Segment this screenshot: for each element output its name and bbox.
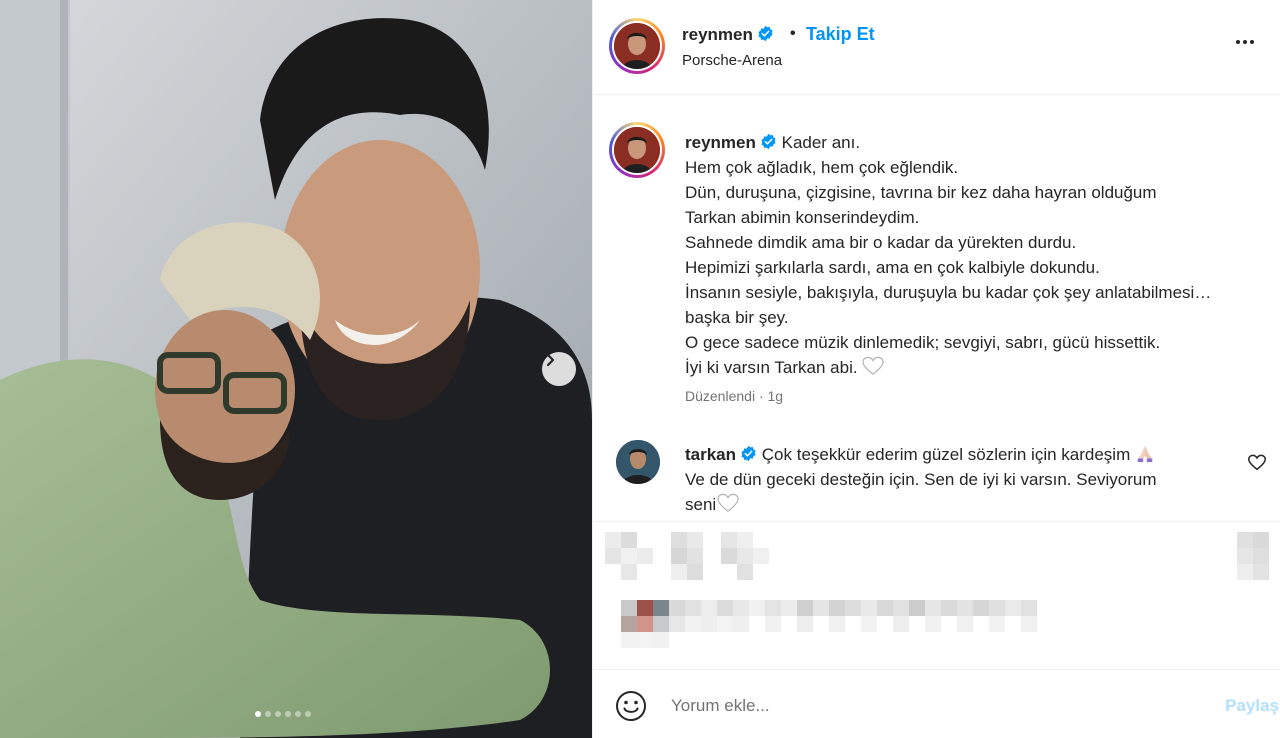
heart-icon[interactable] bbox=[1248, 454, 1266, 471]
pagination-dot bbox=[285, 711, 291, 717]
caption-line: Hem çok ağladık, hem çok eğlendik. bbox=[685, 158, 959, 177]
pagination-dot bbox=[265, 711, 271, 717]
next-photo-button[interactable] bbox=[542, 352, 576, 386]
pagination-dot bbox=[255, 711, 261, 717]
comment-avatar[interactable] bbox=[616, 440, 660, 484]
post-photo[interactable] bbox=[0, 0, 592, 738]
caption-avatar[interactable] bbox=[609, 122, 665, 178]
like-icon[interactable] bbox=[605, 532, 653, 580]
caption-meta: Düzenlendi · 1g bbox=[685, 388, 784, 404]
caption-line: Tarkan abimin konserindeydim. bbox=[685, 208, 920, 227]
save-icon[interactable] bbox=[1237, 532, 1269, 580]
white-heart-emoji-icon bbox=[717, 493, 739, 512]
caption-line: Sahnede dimdik ama bir o kadar da yürekt… bbox=[685, 233, 1077, 252]
post-header: reynmen • Takip Et Porsche-Arena bbox=[593, 0, 1280, 95]
comment-text: tarkan Çok teşekkür ederim güzel sözleri… bbox=[685, 442, 1225, 517]
follow-button[interactable]: Takip Et bbox=[806, 24, 875, 45]
add-comment-bar: Paylaş bbox=[593, 669, 1280, 738]
caption-line: İyi ki varsın Tarkan abi. bbox=[685, 358, 858, 377]
comments-scroll-area[interactable]: reynmen Kader anı. Hem çok ağladık, hem … bbox=[593, 96, 1280, 521]
photo-pagination bbox=[255, 711, 311, 717]
post-comment-button[interactable]: Paylaş bbox=[1225, 696, 1279, 716]
emoji-icon[interactable] bbox=[615, 690, 647, 722]
photo-image bbox=[0, 0, 592, 738]
comment-line: Çok teşekkür ederim güzel sözlerin için … bbox=[761, 445, 1131, 464]
verified-icon bbox=[741, 445, 756, 462]
caption-line: O gece sadece müzik dinlemedik; sevgiyi,… bbox=[685, 333, 1161, 352]
comment-line: Ve de dün geceki desteğin için. Sen de i… bbox=[685, 470, 1157, 489]
comment-icon[interactable] bbox=[671, 532, 703, 580]
caption-line: Dün, duruşuna, çizgisine, tavrına bir ke… bbox=[685, 183, 1157, 202]
avatar[interactable] bbox=[609, 18, 665, 74]
comment-line: seni bbox=[685, 495, 717, 514]
comment-input[interactable] bbox=[671, 692, 1151, 720]
caption-username[interactable]: reynmen bbox=[685, 133, 756, 152]
caption-line: Hepimizi şarkılarla sardı, ama en çok ka… bbox=[685, 258, 1100, 277]
praying-hands-emoji-icon bbox=[1137, 445, 1153, 463]
post-author-username[interactable]: reynmen bbox=[682, 25, 774, 45]
separator: • bbox=[790, 25, 796, 42]
caption-line: İnsanın sesiyle, bakışıyla, duruşuyla bu… bbox=[685, 283, 1212, 302]
pixelated-actions-area bbox=[605, 532, 1269, 648]
caption-line: Kader anı. bbox=[781, 133, 861, 152]
white-heart-emoji-icon bbox=[862, 356, 884, 375]
share-icon[interactable] bbox=[721, 532, 769, 580]
username-text[interactable]: reynmen bbox=[682, 25, 753, 44]
caption-line: başka bir şey. bbox=[685, 308, 789, 327]
post-actions bbox=[593, 521, 1280, 669]
caption: reynmen Kader anı. Hem çok ağladık, hem … bbox=[685, 130, 1270, 380]
likes-summary[interactable] bbox=[621, 600, 1037, 648]
comment-username[interactable]: tarkan bbox=[685, 445, 736, 464]
pagination-dot bbox=[305, 711, 311, 717]
verified-icon bbox=[758, 25, 773, 42]
verified-icon bbox=[761, 133, 776, 150]
post-location[interactable]: Porsche-Arena bbox=[682, 52, 782, 69]
post-details-panel: reynmen • Takip Et Porsche-Arena reynmen… bbox=[592, 0, 1280, 738]
chevron-right-icon bbox=[546, 353, 555, 367]
pagination-dot bbox=[275, 711, 281, 717]
more-icon[interactable] bbox=[1233, 30, 1257, 54]
pagination-dot bbox=[295, 711, 301, 717]
